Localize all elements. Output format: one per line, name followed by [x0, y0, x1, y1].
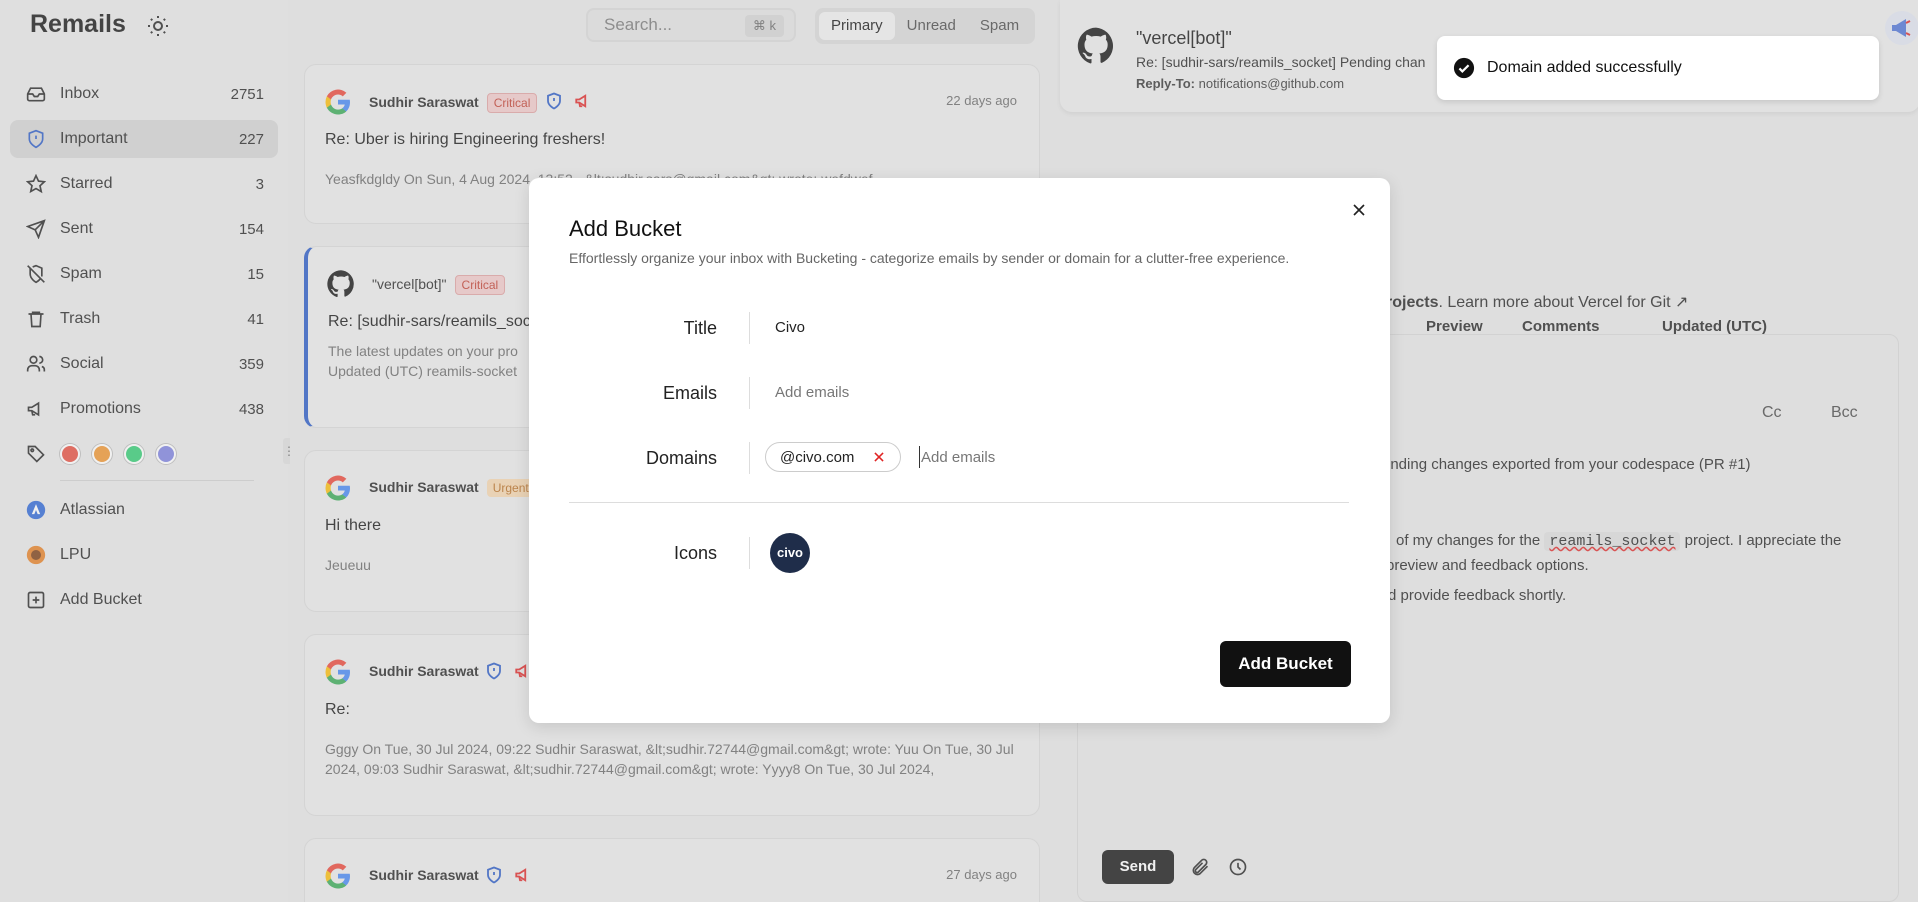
title-label: Title: [683, 318, 717, 338]
field-divider: [749, 442, 750, 474]
icons-label: Icons: [673, 543, 717, 563]
domain-chip: @civo.com: [765, 442, 902, 472]
success-toast: Domain added successfully: [1437, 36, 1879, 100]
title-input[interactable]: Civo: [775, 319, 805, 336]
add-bucket-button[interactable]: Add Bucket: [1220, 641, 1351, 687]
emails-label: Emails: [662, 383, 717, 403]
toast-message: Domain added successfully: [1487, 59, 1682, 76]
field-divider: [749, 537, 750, 569]
remove-domain-icon[interactable]: [872, 450, 886, 464]
domains-input[interactable]: Add emails: [921, 449, 995, 466]
field-divider: [749, 312, 750, 344]
civo-logo-icon[interactable]: civo: [770, 533, 810, 573]
field-divider: [749, 377, 750, 409]
modal-divider: [569, 502, 1349, 503]
domain-chip-label: @civo.com: [780, 448, 855, 466]
check-circle-icon: [1453, 57, 1475, 79]
text-cursor: [919, 446, 920, 468]
emails-input[interactable]: Add emails: [775, 384, 849, 401]
modal-title: Add Bucket: [569, 216, 682, 241]
icons-field-row: Icons: [569, 533, 1349, 573]
title-field-row: Title Civo: [569, 308, 1349, 348]
domains-label: Domains: [645, 448, 717, 468]
modal-description: Effortlessly organize your inbox with Bu…: [569, 250, 1290, 266]
close-icon[interactable]: [1349, 200, 1369, 220]
emails-field-row: Emails Add emails: [569, 373, 1349, 413]
domains-field-row: Domains @civo.com Add emails: [569, 438, 1349, 478]
add-bucket-modal: Add Bucket Effortlessly organize your in…: [529, 178, 1390, 723]
